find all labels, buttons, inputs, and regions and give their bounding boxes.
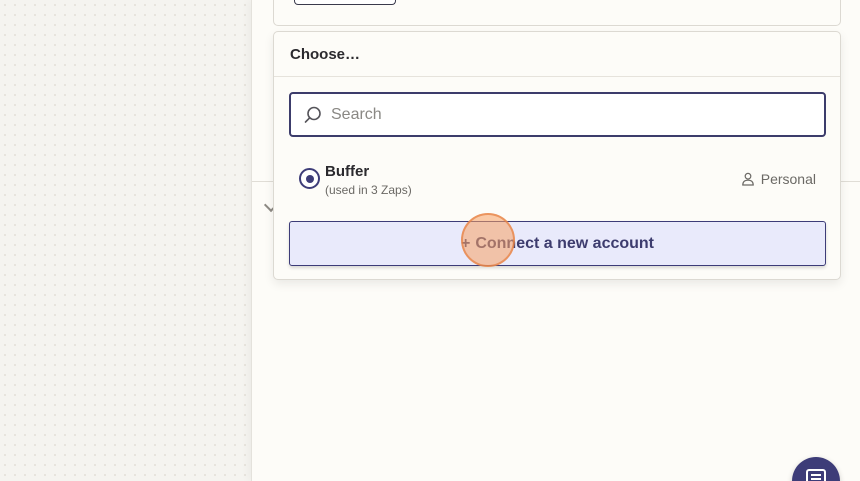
plus-icon: + [460,234,471,252]
account-type: Personal [741,171,816,187]
account-option-buffer[interactable]: Buffer (used in 3 Zaps) Personal [289,157,826,201]
search-input[interactable] [331,100,811,130]
chat-icon [806,469,826,481]
account-type-label: Personal [760,171,816,187]
dropdown-title: Choose… [290,46,361,63]
account-radio[interactable] [299,168,320,189]
account-dropdown: Choose… Buffer (used in 3 Zaps) Personal… [273,31,841,280]
account-name: Buffer [325,163,370,180]
connect-new-account-button[interactable]: + Connect a new account [289,221,826,266]
divider [274,76,840,77]
connect-label: Connect a new account [475,234,655,252]
search-icon [304,106,321,123]
field-button[interactable] [294,0,396,5]
search-field[interactable] [289,92,826,137]
person-icon [741,172,754,186]
radio-selected-dot [305,174,314,183]
account-field-card [273,0,841,26]
account-usage: (used in 3 Zaps) [325,183,412,197]
